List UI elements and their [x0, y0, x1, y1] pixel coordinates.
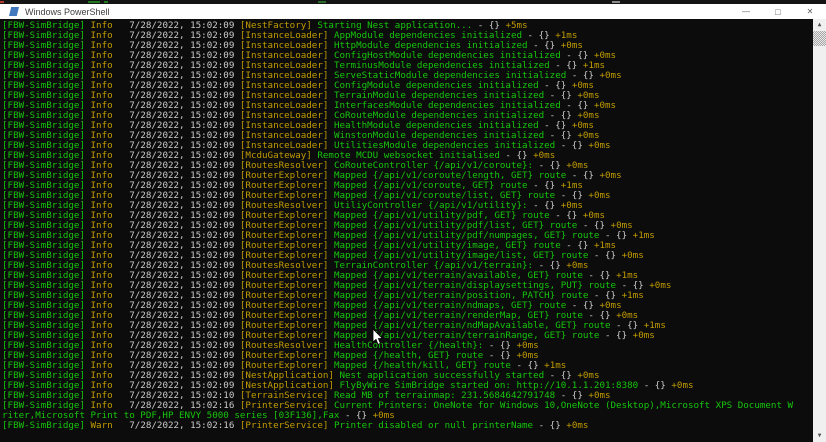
log-message: Printer disabled or null printerName: [328, 420, 533, 431]
log-duration: +0ms: [583, 140, 611, 151]
log-separator: - {}: [599, 330, 627, 341]
log-separator: - {}: [533, 420, 561, 431]
minimize-button[interactable]: —: [730, 4, 762, 19]
log-duration: +0ms: [627, 330, 655, 341]
log-separator: - {}: [588, 250, 616, 261]
scroll-up-icon: ▲: [818, 19, 822, 31]
background-speck: [0, 1, 4, 3]
minimize-icon: —: [742, 7, 750, 16]
log-timestamp: 7/28/2022, 15:02:16: [129, 420, 234, 431]
log-duration: +1ms: [627, 230, 655, 241]
scroll-up-button[interactable]: ▲: [813, 19, 826, 31]
log-duration: +0ms: [583, 190, 611, 201]
close-button[interactable]: ✕: [794, 4, 826, 19]
log-separator: - {}: [638, 380, 666, 391]
log-duration: +0ms: [666, 380, 694, 391]
background-speck: [104, 1, 108, 3]
scroll-down-button[interactable]: ▼: [813, 430, 826, 442]
log-level: Warn: [85, 420, 129, 431]
maximize-icon: □: [775, 7, 780, 17]
powershell-icon: [9, 7, 19, 16]
log-separator: - {}: [555, 140, 583, 151]
titlebar[interactable]: Windows PowerShell — □ ✕: [0, 4, 826, 19]
log-line: [FBW-SimBridge] Warn 7/28/2022, 15:02:16…: [2, 421, 813, 431]
log-duration: +0ms: [561, 420, 589, 431]
log-context: [PrinterService]: [234, 420, 328, 431]
log-message: Current Printers: OneNote for Windows 10…: [328, 400, 793, 411]
log-duration: +0ms: [594, 170, 622, 181]
background-speck: [318, 1, 326, 3]
console-log: [FBW-SimBridge] Info 7/28/2022, 15:02:09…: [0, 19, 813, 442]
log-duration: +0ms: [594, 70, 622, 81]
background-speck: [88, 1, 100, 3]
close-icon: ✕: [807, 7, 814, 16]
background-speck: [612, 1, 620, 3]
maximize-button[interactable]: □: [762, 4, 794, 19]
powershell-window: Windows PowerShell — □ ✕ [FBW-SimBridge]…: [0, 0, 826, 442]
scroll-down-icon: ▼: [818, 430, 822, 442]
log-source: [FBW-SimBridge]: [2, 420, 85, 431]
window-title: Windows PowerShell: [25, 7, 110, 17]
scrollbar[interactable]: ▲ ▼: [813, 19, 826, 442]
log-duration: +0ms: [616, 250, 644, 261]
scrollbar-thumb[interactable]: [813, 31, 826, 46]
window-controls: — □ ✕: [730, 4, 826, 19]
log-duration: +0ms: [644, 280, 672, 291]
